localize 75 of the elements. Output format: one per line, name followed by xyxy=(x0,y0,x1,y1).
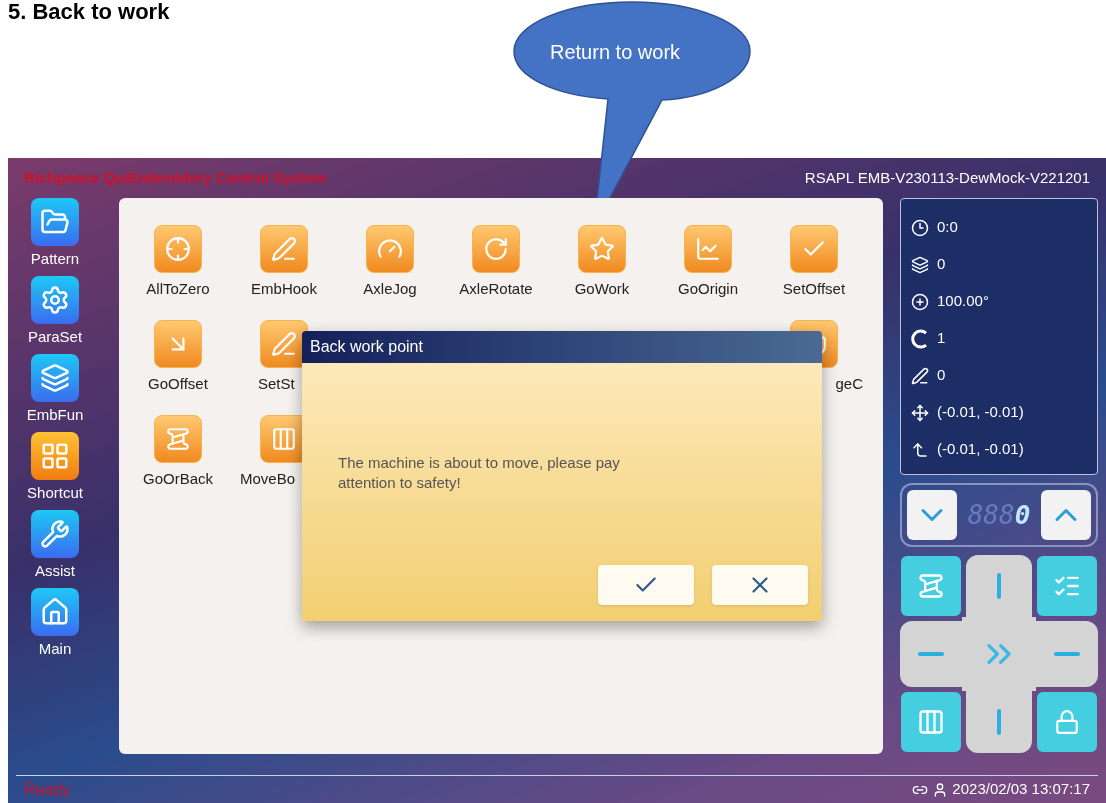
info-value: 0 xyxy=(937,365,946,386)
lock-icon xyxy=(1054,709,1080,735)
sidebar-label: Main xyxy=(38,639,72,659)
version-text: RSAPL EMB-V230113-DewMock-V221201 xyxy=(804,167,1090,188)
decrease-button[interactable] xyxy=(907,490,957,540)
app-title: Richpeace QuiEmbroidery Control System xyxy=(24,167,327,188)
function-label: GoOrigin xyxy=(678,279,738,299)
up-button[interactable] xyxy=(966,555,1032,617)
increase-button[interactable] xyxy=(1041,490,1091,540)
down-button[interactable] xyxy=(966,691,1032,753)
function-label: GoWork xyxy=(574,279,630,299)
left-button[interactable] xyxy=(900,621,962,687)
info-value: 0 xyxy=(937,254,946,275)
rotate-icon xyxy=(483,236,509,262)
info-value: 0:0 xyxy=(937,217,958,238)
function-button[interactable] xyxy=(260,320,308,368)
sidebar-button[interactable] xyxy=(31,432,79,480)
spool-icon xyxy=(917,572,945,600)
star-icon xyxy=(589,236,615,262)
section-heading: 5. Back to work xyxy=(8,0,170,24)
home-icon xyxy=(40,597,70,627)
grid-icon xyxy=(40,441,70,471)
sidebar-label: Pattern xyxy=(30,249,80,269)
datetime-text: 2023/02/03 13:07:17 xyxy=(952,779,1090,800)
function-label: EmbHook xyxy=(251,279,317,299)
counter-ghost-digits: 888 xyxy=(967,498,1015,532)
letter-c-icon xyxy=(911,328,929,349)
chart-icon xyxy=(695,236,721,262)
sidebar-label: Shortcut xyxy=(27,483,83,503)
wrench-icon xyxy=(40,519,70,549)
sidebar-button[interactable] xyxy=(31,588,79,636)
sidebar-label: ParaSet xyxy=(27,327,83,347)
function-label: AxleJog xyxy=(363,279,417,299)
dialog-title: Back work point xyxy=(310,337,423,357)
frame-button[interactable] xyxy=(901,692,961,752)
sidebar-button[interactable] xyxy=(31,198,79,246)
function-label: AxleRotate xyxy=(459,279,533,299)
check-frame-button[interactable] xyxy=(1037,556,1097,616)
sidebar-button[interactable] xyxy=(31,510,79,558)
sidebar-label: Assist xyxy=(35,561,75,581)
function-label: geC xyxy=(835,374,864,394)
function-label: AllToZero xyxy=(146,279,210,299)
function-label: MoveBo xyxy=(240,469,296,489)
info-value: (-0.01, -0.01) xyxy=(937,402,1024,423)
stack-icon xyxy=(40,363,70,393)
info-value: 1 xyxy=(937,328,946,349)
lock-button[interactable] xyxy=(1037,692,1097,752)
settings-icon xyxy=(40,285,70,315)
status-text: Ready xyxy=(24,779,71,800)
crosshair-icon xyxy=(165,236,191,262)
function-label: GoOffset xyxy=(148,374,208,394)
spool-icon xyxy=(165,426,191,452)
info-value: 100.00° xyxy=(937,291,989,312)
cancel-button[interactable] xyxy=(712,565,808,605)
function-label: SetOffset xyxy=(782,279,846,299)
left-bar-icon xyxy=(918,652,944,656)
plus-circle-icon xyxy=(911,292,929,311)
clock-icon xyxy=(911,218,929,237)
sidebar-button[interactable] xyxy=(31,354,79,402)
down-bar-icon xyxy=(997,709,1001,735)
cross-arrows-icon xyxy=(911,403,929,422)
function-label: GoOrBack xyxy=(143,469,213,489)
counter-value: 0 xyxy=(1014,498,1031,532)
right-button[interactable] xyxy=(1036,621,1098,687)
axis-icon xyxy=(911,440,929,459)
spool-button[interactable] xyxy=(901,556,961,616)
info-value: (-0.01, -0.01) xyxy=(937,439,1024,460)
function-label: SetSt xyxy=(258,374,295,394)
sidebar-button[interactable] xyxy=(31,276,79,324)
up-bar-icon xyxy=(997,573,1001,599)
sidebar-label: EmbFun xyxy=(26,405,84,425)
ok-button[interactable] xyxy=(598,565,694,605)
dialog-message: The machine is about to move, please pay attention to safety! xyxy=(338,453,621,493)
callout-text: Return to work xyxy=(550,40,681,64)
right-bar-icon xyxy=(1054,652,1080,656)
